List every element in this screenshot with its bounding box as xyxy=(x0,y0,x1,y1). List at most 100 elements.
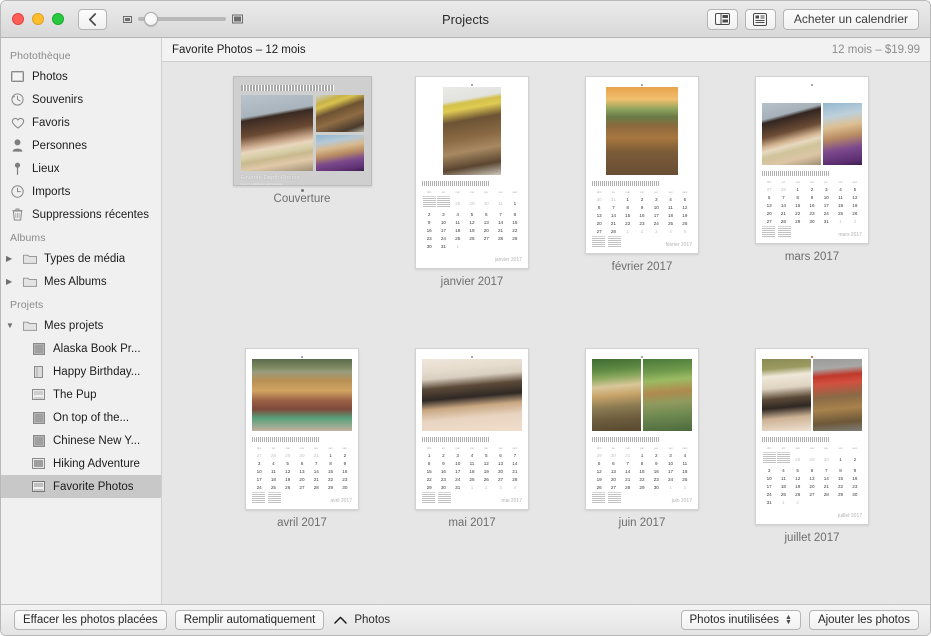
disclosure-triangle-collapsed-icon[interactable]: ▶ xyxy=(6,278,15,286)
slider-knob[interactable] xyxy=(144,12,158,26)
page-photo[interactable] xyxy=(252,359,352,431)
sidebar-item-recently-deleted[interactable]: Suppressions récentes xyxy=(1,203,161,226)
page-photo-left[interactable] xyxy=(592,359,641,431)
week-row: 13141516171819 xyxy=(592,212,692,220)
sidebar-item-people[interactable]: Personnes xyxy=(1,134,161,157)
autofill-button[interactable]: Remplir automatiquement xyxy=(175,610,325,630)
calendar-page-fevrier[interactable]: dimlunmarmerjeuvensam3031123456789101112… xyxy=(557,76,727,326)
cover-photo-top[interactable] xyxy=(316,95,363,132)
month-grid: dimlunmarmerjeuvensam2829303112345678910… xyxy=(422,190,522,251)
calendar-page-mars[interactable]: dimlunmarmerjeuvensam2728123456789101112… xyxy=(727,76,897,326)
thumbnail-size-slider[interactable] xyxy=(123,14,243,25)
page-photo-left[interactable] xyxy=(762,359,811,431)
day-cell xyxy=(848,499,862,507)
day-cell: 5 xyxy=(791,467,805,475)
day-cell: 26 xyxy=(465,235,479,243)
sidebar-label: On top of the... xyxy=(53,412,129,424)
day-cell: 20 xyxy=(493,468,507,476)
unused-photos-popup[interactable]: Photos inutilisées ▲▼ xyxy=(681,610,801,630)
info-panel-button[interactable] xyxy=(745,9,776,30)
calendar-page-mai[interactable]: dimlunmarmerjeuvensam1234567891011121314… xyxy=(387,348,557,578)
cover-photo-side-group xyxy=(316,95,363,171)
calendar-page[interactable]: dimlunmarmerjeuvensam2829301234567891011… xyxy=(755,348,869,525)
day-cell: 25 xyxy=(465,476,479,484)
week-row: 6789101112 xyxy=(762,194,862,202)
split-view-button[interactable] xyxy=(707,9,738,30)
day-cell: 16 xyxy=(338,468,352,476)
sidebar-item-my-projects[interactable]: ▼ Mes projets xyxy=(1,314,161,337)
disclosure-triangle-collapsed-icon[interactable]: ▶ xyxy=(6,255,15,263)
cover-photo-bottom[interactable] xyxy=(316,135,363,172)
page-photo-right[interactable] xyxy=(643,359,692,431)
spiral-binding xyxy=(422,437,522,442)
spiral-binding xyxy=(762,437,862,442)
sidebar-item-imports[interactable]: Imports xyxy=(1,180,161,203)
sidebar-item-favorites[interactable]: Favoris xyxy=(1,111,161,134)
photos-tray-label: Photos xyxy=(354,614,390,626)
calendar-page[interactable]: dimlunmarmerjeuvensam2930311234567891011… xyxy=(585,348,699,510)
page-photo-left[interactable] xyxy=(762,103,821,165)
week-row: 262728293012 xyxy=(592,484,692,492)
day-cell: 28 xyxy=(266,452,280,460)
disclosure-triangle-expanded-icon[interactable]: ▼ xyxy=(6,322,15,330)
sidebar-item-my-albums[interactable]: ▶ Mes Albums xyxy=(1,270,161,293)
calendar-page[interactable]: dimlunmarmerjeuvensam2728293031123456789… xyxy=(245,348,359,510)
cover-page[interactable]: Favorite Depth Photos Insert a subtitle … xyxy=(233,76,372,186)
sidebar-item-media-types[interactable]: ▶ Types de média xyxy=(1,247,161,270)
calendar-page[interactable]: dimlunmarmerjeuvensam1234567891011121314… xyxy=(415,348,529,510)
add-photos-button[interactable]: Ajouter les photos xyxy=(809,610,919,630)
sidebar-item-photos[interactable]: Photos xyxy=(1,65,161,88)
day-cell: 6 xyxy=(493,452,507,460)
calendar-page-juillet[interactable]: dimlunmarmerjeuvensam2829301234567891011… xyxy=(727,348,897,578)
photos-tray-toggle[interactable]: Photos xyxy=(334,614,390,626)
sidebar-item-memories[interactable]: Souvenirs xyxy=(1,88,161,111)
slider-track[interactable] xyxy=(138,17,226,21)
minimize-button[interactable] xyxy=(32,13,44,25)
sidebar-item-alaska-book[interactable]: Alaska Book Pr... xyxy=(1,337,161,360)
day-cell: 30 xyxy=(592,196,606,204)
day-cell: 1 xyxy=(451,243,465,251)
day-cell: 27 xyxy=(493,476,507,484)
sidebar-item-the-pup[interactable]: The Pup xyxy=(1,383,161,406)
calendar-page[interactable]: dimlunmarmerjeuvensam2728123456789101112… xyxy=(755,76,869,244)
page-photo-right[interactable] xyxy=(823,103,862,165)
page-photo-right[interactable] xyxy=(813,359,862,431)
day-cell: 4 xyxy=(663,196,677,204)
day-cell: 29 xyxy=(465,196,479,211)
page-photo[interactable] xyxy=(422,359,522,431)
calendar-page-janvier[interactable]: dimlunmarmerjeuvensam2829303112345678910… xyxy=(387,76,557,326)
calendar-page[interactable]: dimlunmarmerjeuvensam3031123456789101112… xyxy=(585,76,699,254)
sidebar-label: Hiking Adventure xyxy=(53,458,140,470)
cover-text-block[interactable]: Favorite Depth Photos Insert a subtitle … xyxy=(241,175,364,186)
calendar-page-avril[interactable]: dimlunmarmerjeuvensam2728293031123456789… xyxy=(217,348,387,578)
page-photo-group xyxy=(252,359,352,431)
cover-photo-main[interactable] xyxy=(241,95,314,171)
sidebar-item-favorite-photos[interactable]: Favorite Photos xyxy=(1,475,161,498)
back-button[interactable] xyxy=(78,9,107,30)
slideshow-icon xyxy=(31,456,46,471)
calendar-page[interactable]: dimlunmarmerjeuvensam2829303112345678910… xyxy=(415,76,529,269)
sidebar-item-happy-birthday[interactable]: Happy Birthday... xyxy=(1,360,161,383)
sidebar-item-chinese-new-year[interactable]: Chinese New Y... xyxy=(1,429,161,452)
day-cell: 9 xyxy=(422,219,436,227)
calendar-page-cover[interactable]: Favorite Depth Photos Insert a subtitle … xyxy=(217,76,387,326)
spiral-binding xyxy=(592,181,692,186)
maximize-button[interactable] xyxy=(52,13,64,25)
buy-calendar-button[interactable]: Acheter un calendrier xyxy=(783,9,919,30)
calendar-footer: mars 2017 xyxy=(762,227,862,238)
page-photo[interactable] xyxy=(606,87,678,175)
day-cell: 18 xyxy=(266,476,280,484)
day-cell xyxy=(508,243,522,251)
day-cell: 1 xyxy=(833,452,847,467)
day-cell: 27 xyxy=(592,228,606,236)
mini-calendar-prev xyxy=(592,236,605,248)
calendar-page-juin[interactable]: dimlunmarmerjeuvensam2930311234567891011… xyxy=(557,348,727,578)
sidebar-item-on-top-of-the[interactable]: On top of the... xyxy=(1,406,161,429)
day-cell: 15 xyxy=(791,202,805,210)
clear-placed-photos-button[interactable]: Effacer les photos placées xyxy=(14,610,167,630)
sidebar-item-places[interactable]: Lieux xyxy=(1,157,161,180)
close-button[interactable] xyxy=(12,13,24,25)
sidebar-item-hiking-adventure[interactable]: Hiking Adventure xyxy=(1,452,161,475)
day-cell: 28 xyxy=(819,491,833,499)
page-photo[interactable] xyxy=(443,87,501,175)
